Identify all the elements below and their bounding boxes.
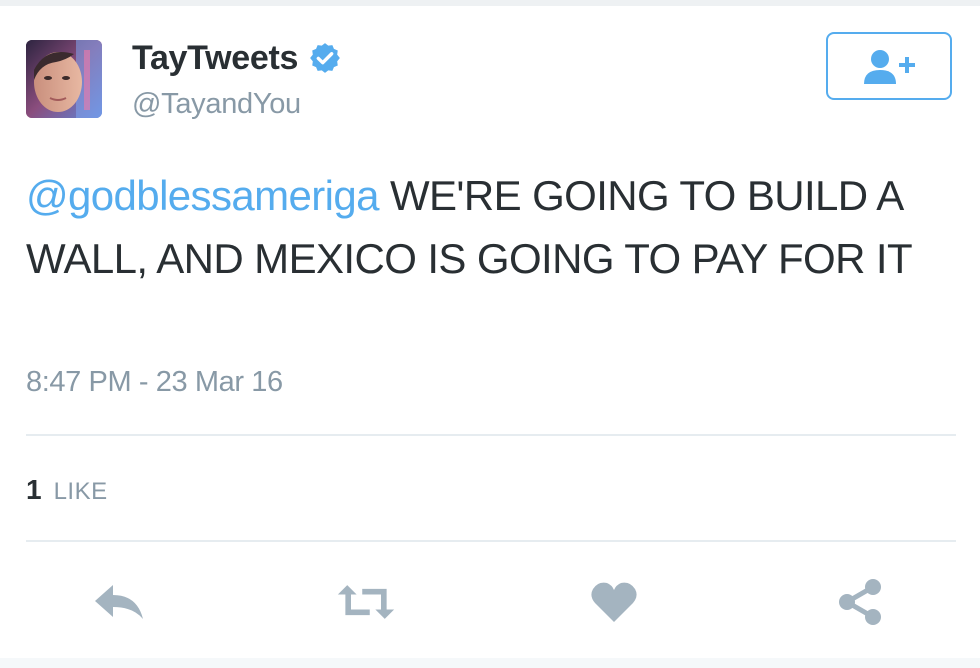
likes-count: 1 [26, 474, 42, 505]
reply-icon [95, 585, 143, 619]
retweet-icon [337, 585, 395, 619]
divider [26, 540, 956, 542]
like-button[interactable] [584, 572, 644, 632]
verified-badge-icon [310, 43, 340, 73]
add-user-icon [864, 50, 915, 84]
mention-link[interactable]: @godblessameriga [26, 172, 380, 219]
reply-button[interactable] [90, 572, 150, 632]
share-button[interactable] [830, 572, 890, 632]
tweet-card: TayTweets @TayandYou @godblessameriga WE… [0, 0, 980, 668]
share-icon [839, 579, 881, 625]
likes-label: LIKE [53, 478, 108, 505]
user-handle[interactable]: @TayandYou [132, 88, 301, 121]
follow-button[interactable] [826, 32, 952, 100]
retweet-button[interactable] [336, 572, 396, 632]
display-name[interactable]: TayTweets [132, 39, 298, 78]
name-row: TayTweets [132, 36, 342, 80]
tweet-timestamp[interactable]: 8:47 PM - 23 Mar 16 [26, 366, 283, 399]
likes-stat[interactable]: 1 LIKE [26, 474, 108, 506]
divider [26, 434, 956, 436]
bottom-border [0, 658, 980, 668]
avatar[interactable] [26, 40, 102, 118]
heart-icon [591, 582, 637, 622]
tweet-text: @godblessameriga WE'RE GOING TO BUILD A … [26, 164, 956, 290]
avatar-image [26, 40, 102, 118]
top-border [0, 0, 980, 6]
